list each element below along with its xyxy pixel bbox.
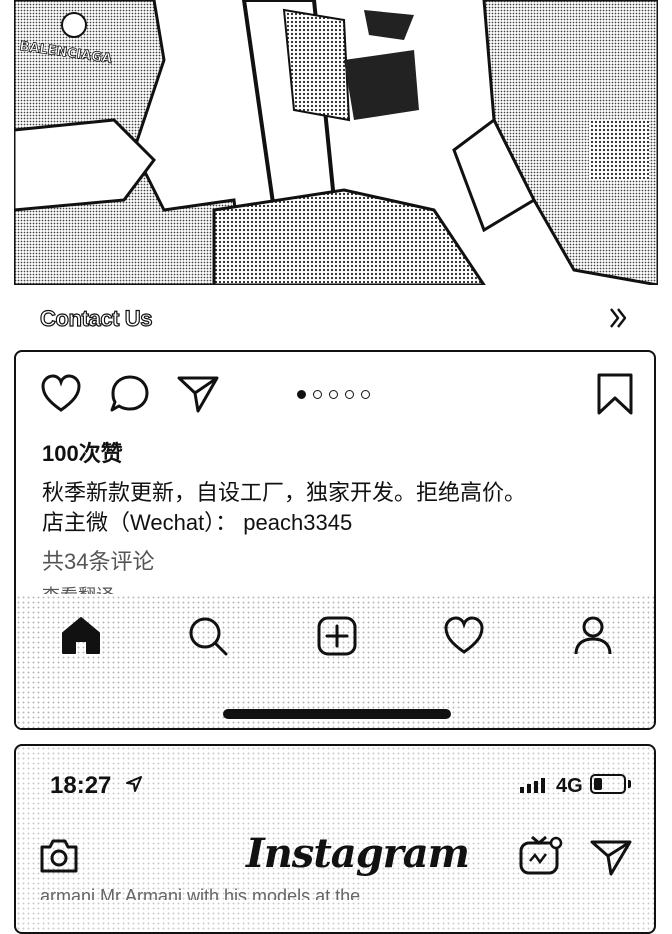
battery-cap [628, 780, 631, 788]
carousel-dot [297, 390, 306, 399]
add-post-icon[interactable] [316, 615, 358, 657]
translate-link[interactable]: 查看翻译 [42, 582, 114, 594]
post-card: 100次赞 秋季新款更新，自设工厂，独家开发。拒绝高价。 店主微（Wechat）… [14, 350, 656, 730]
post-caption: 秋季新款更新，自设工厂，独家开发。拒绝高价。 店主微（Wechat）： peac… [42, 478, 526, 538]
carousel-dot [329, 390, 338, 399]
view-comments-link[interactable]: 共34条评论 [42, 544, 154, 576]
contact-us-label: Contact Us [39, 305, 153, 331]
send-icon[interactable] [176, 374, 220, 414]
instagram-logo: Instagram [246, 830, 470, 877]
caption-line: 店主微（Wechat）： peach3345 [42, 510, 353, 535]
search-icon[interactable] [187, 615, 229, 657]
camera-icon[interactable] [38, 838, 80, 874]
post-photo[interactable]: BALENCIAGA [14, 0, 658, 285]
status-time: 18:27 [50, 772, 112, 799]
battery-icon [590, 774, 626, 794]
contact-us-row[interactable]: Contact Us [39, 300, 640, 336]
profile-icon[interactable] [572, 614, 614, 656]
signal-bars-icon [520, 778, 545, 793]
comment-bubble-icon[interactable] [109, 374, 151, 414]
home-icon[interactable] [60, 615, 102, 655]
likes-count[interactable]: 100次赞 [42, 436, 123, 468]
carousel-dot [361, 390, 370, 399]
network-type: 4G [556, 775, 583, 797]
double-chevron-right-icon[interactable] [608, 306, 628, 330]
bottom-tab-bar [16, 595, 654, 728]
carousel-dot [345, 390, 354, 399]
direct-send-icon[interactable] [589, 838, 633, 876]
home-indicator [223, 709, 451, 719]
activity-heart-icon[interactable] [443, 616, 485, 656]
instagram-screen-card: 18:27 4G Instagram armani Mr Armani with… [14, 744, 656, 934]
carousel-dots [297, 390, 370, 399]
caption-preview: armani Mr Armani with his models at the [40, 886, 361, 900]
caption-line: 秋季新款更新，自设工厂，独家开发。拒绝高价。 [42, 480, 527, 505]
igtv-icon[interactable] [518, 834, 564, 876]
location-arrow-icon [126, 776, 142, 792]
carousel-dot [313, 390, 322, 399]
bookmark-icon[interactable] [596, 372, 634, 416]
heart-icon[interactable] [40, 374, 82, 414]
